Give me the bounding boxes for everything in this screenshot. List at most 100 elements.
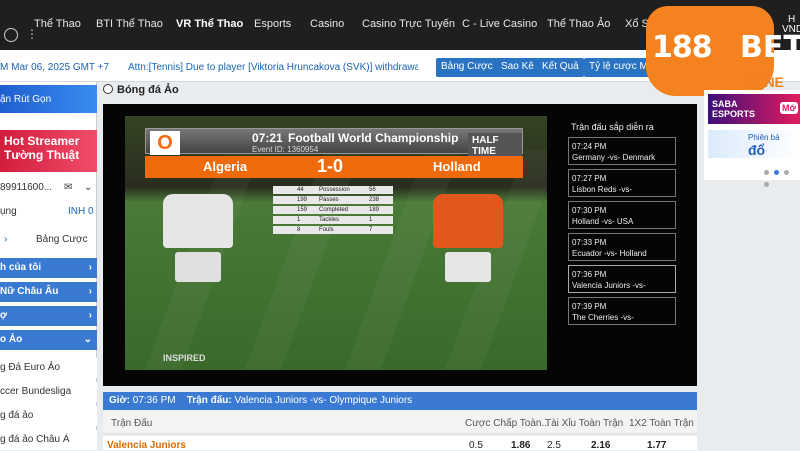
logo-word: BET <box>740 30 800 65</box>
video-player[interactable]: O 07:21 Football World Championship Even… <box>103 104 697 386</box>
odds-table-header: Trận Đấu Cược Chấp Toàn... Tài Xỉu Toàn … <box>103 410 697 434</box>
sidebar-item-label: ccer Bundesliga <box>0 386 72 397</box>
col-over-under: Tài Xỉu Toàn Trận <box>545 418 624 429</box>
sidebar-item-3[interactable]: ợ › <box>0 306 97 326</box>
score-bar: Algeria 1-0 Holland <box>145 156 523 178</box>
sidebar-item-virtual-asia[interactable]: g đá ảo Châu Á <box>0 430 97 450</box>
upcoming-teams: Valencia Juniors -vs- <box>572 281 646 290</box>
saba-esports-banner[interactable]: SABA ESPORTS Mớ <box>708 94 800 124</box>
results-button[interactable]: Kết Quả <box>537 58 584 77</box>
carousel-dots <box>764 166 800 190</box>
row-ou-line[interactable]: 2.5 <box>547 440 561 451</box>
col-1x2: 1X2 Toàn Trận <box>629 418 694 429</box>
bet-list-button[interactable]: Bảng Cược <box>436 58 498 77</box>
tab-chevron-icon[interactable]: › <box>4 234 7 245</box>
row-handicap-odds[interactable]: 1.86 <box>511 440 530 451</box>
carousel-dot[interactable] <box>774 170 779 175</box>
upcoming-time: 07:36 PM <box>572 270 607 279</box>
carousel-dot[interactable] <box>784 170 789 175</box>
away-team: Holland <box>433 159 481 174</box>
match-label: Trận đấu: <box>186 395 232 406</box>
home-shirt <box>163 194 233 248</box>
sidebar-item-my[interactable]: h của tôi › <box>0 258 97 278</box>
upcoming-match[interactable]: 07:24 PM Germany -vs- Denmark <box>568 137 676 165</box>
sidebar-item-label: g đá ảo Châu Á <box>0 434 70 445</box>
nav-live-casino[interactable]: Casino Trực Tuyến <box>362 18 455 30</box>
stat-label: Completed <box>319 207 349 213</box>
score-header: O 07:21 Football World Championship Even… <box>145 128 523 159</box>
chevron-down-icon[interactable]: ⌄ <box>84 182 92 193</box>
soccer-ball-icon <box>103 84 113 94</box>
nav-virtual-sports[interactable]: Thể Thao Ảo <box>547 18 610 30</box>
current-date: M Mar 06, 2025 GMT +7 <box>0 62 110 73</box>
logo-zone: ZONE <box>745 74 784 90</box>
announcement-ticker[interactable]: Attn:[Tennis] Due to player [Viktoria Hr… <box>128 62 418 73</box>
nav-c-live-casino[interactable]: C - Live Casino <box>462 18 537 30</box>
time-value: 07:36 PM <box>132 395 176 406</box>
upcoming-time: 07:27 PM <box>572 174 607 183</box>
chevron-down-icon: ⌄ <box>83 334 92 345</box>
lightbulb-icon[interactable] <box>4 28 18 42</box>
page-title: Bóng đá Ảo <box>103 84 179 96</box>
mail-icon[interactable]: ✉ <box>64 182 72 193</box>
upcoming-time: 07:33 PM <box>572 238 607 247</box>
stat-home: 199 <box>297 197 308 203</box>
sidebar-item-euro-virtual[interactable]: g Đá Euro Ảo <box>0 358 97 378</box>
sidebar-item-virtual[interactable]: o Ảo ⌄ <box>0 330 97 350</box>
upcoming-match[interactable]: 07:33 PM Ecuador -vs- Holland <box>568 233 676 261</box>
statement-button[interactable]: Sao Kê <box>496 58 539 77</box>
tab-bet-list[interactable]: Bảng Cược <box>36 234 88 245</box>
carousel-dot[interactable] <box>764 170 769 175</box>
stat-row: 199 Passes 238 <box>273 196 393 204</box>
row-1x2-odds[interactable]: 1.77 <box>647 440 666 451</box>
upcoming-match[interactable]: 07:30 PM Holland -vs- USA <box>568 201 676 229</box>
nav-vr-sports[interactable]: VR Thể Thao <box>176 18 243 30</box>
balance-label: ụng <box>0 206 17 217</box>
version-title: Phiên bả <box>748 133 780 142</box>
match-score: 1-0 <box>317 156 344 176</box>
stat-away: 56 <box>369 187 376 193</box>
row-team: Valencia Juniors <box>107 440 186 451</box>
sidebar-item-women-europe[interactable]: Nữ Châu Âu › <box>0 282 97 302</box>
upcoming-teams: Holland -vs- USA <box>572 217 634 226</box>
match-field: O 07:21 Football World Championship Even… <box>125 116 547 370</box>
stat-label: Tackles <box>319 217 340 223</box>
version-banner[interactable]: Phiên bả đổ <box>708 130 800 158</box>
nav-casino[interactable]: Casino <box>310 18 344 30</box>
stat-away: 238 <box>369 197 380 203</box>
upcoming-teams: The Cherries -vs- <box>572 313 634 322</box>
upcoming-match[interactable]: 07:36 PM Valencia Juniors -vs- <box>568 265 676 293</box>
upcoming-teams: Lisbon Reds -vs- <box>572 185 633 194</box>
carousel-dot[interactable] <box>764 182 769 187</box>
quick-withdraw-banner[interactable]: ận Rút Gọn <box>0 85 97 113</box>
sidebar-item-label: Nữ Châu Âu <box>0 286 59 297</box>
brand-watermark: INSPIRED <box>163 353 206 363</box>
stat-row: 159 Completed 189 <box>273 206 393 214</box>
stat-row: 8 Fouls 7 <box>273 226 393 234</box>
row-ou-odds[interactable]: 2.16 <box>591 440 610 451</box>
sidebar-item-virtual-football[interactable]: g đá ảo <box>0 406 97 426</box>
upcoming-match[interactable]: 07:39 PM The Cherries -vs- <box>568 297 676 325</box>
right-promo-panel: SABA ESPORTS Mớ Phiên bả đổ <box>704 90 800 187</box>
stat-home: 8 <box>297 227 301 233</box>
nav-esports[interactable]: Esports <box>254 18 291 30</box>
sidebar-item-label: g Đá Euro Ảo <box>0 362 61 373</box>
nav-sports[interactable]: Thể Thao <box>34 18 81 30</box>
upcoming-match[interactable]: 07:27 PM Lisbon Reds -vs- <box>568 169 676 197</box>
row-handicap-line[interactable]: 0.5 <box>469 440 483 451</box>
field-stripe <box>244 150 362 370</box>
account-row: 89911600... ✉ ⌄ <box>0 182 97 193</box>
upcoming-teams: Germany -vs- Denmark <box>572 153 656 162</box>
more-icon[interactable]: ⋮ <box>26 27 38 41</box>
nav-bti-sports[interactable]: BTI Thể Thao <box>96 18 163 30</box>
home-team: Algeria <box>203 159 248 174</box>
hot-streamer-banner[interactable]: Hot Streamer Tường Thuật <box>0 130 97 172</box>
promo-line1: Hot Streamer <box>4 134 80 148</box>
brand-logo: 188 BET ZONE H VND/( <box>640 0 800 104</box>
match-value: Valencia Juniors -vs- Olympique Juniors <box>234 395 413 406</box>
col-match: Trận Đấu <box>111 418 153 429</box>
sidebar-item-bundesliga[interactable]: ccer Bundesliga <box>0 382 97 402</box>
stat-home: 159 <box>297 207 308 213</box>
version-subtitle: đổ <box>748 142 766 158</box>
match-time: 07:21 <box>252 131 283 145</box>
